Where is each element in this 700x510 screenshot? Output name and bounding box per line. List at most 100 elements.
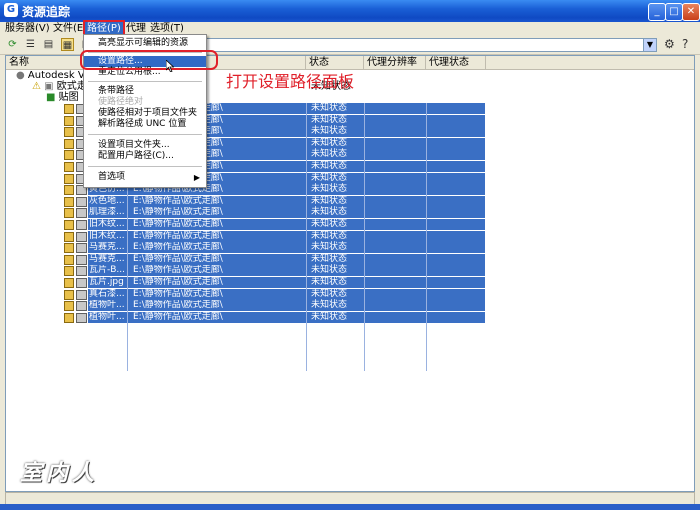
- menu-make-path-absolute: 使路径绝对: [98, 97, 144, 107]
- window-title: 资源追踪: [22, 5, 71, 19]
- menu-make-path-relative[interactable]: 使路径相对于项目文件夹: [84, 108, 206, 119]
- thumbnails-icon[interactable]: ▦: [61, 38, 74, 51]
- bitmap-icon: [76, 220, 87, 230]
- menu-server[interactable]: 服务器(V): [3, 22, 52, 36]
- row-status: 未知状态: [311, 195, 348, 206]
- set-path-highlight-box: [80, 50, 218, 70]
- menu-highlight-editable[interactable]: 高亮显示可编辑的资源: [84, 38, 206, 49]
- menu-preferences[interactable]: 首选项 ▶: [84, 172, 206, 183]
- row-path: E:\静物作品\欧式走廊\: [133, 230, 223, 241]
- row-status: 未知状态: [311, 253, 348, 264]
- row-status: 未知状态: [311, 114, 348, 125]
- vault-icon: ●: [16, 70, 25, 81]
- row-status: 未知状态: [311, 230, 348, 241]
- row-name: 旧木纹...: [89, 230, 125, 241]
- warning-icon: [64, 162, 74, 172]
- warning-icon: [64, 127, 74, 138]
- warning-icon: [64, 231, 74, 242]
- menu-preferences-label: 首选项: [98, 172, 126, 182]
- warning-icon: [64, 289, 74, 300]
- column-divider: [364, 103, 365, 371]
- table-row[interactable]: 植物叶... E:\静物作品\欧式走廊\ 未知状态: [6, 311, 694, 323]
- annotation-text: 打开设置路径面板: [226, 72, 355, 91]
- watermark: 室内人: [20, 460, 99, 486]
- row-status: 未知状态: [311, 172, 348, 183]
- menu-separator: [88, 166, 202, 167]
- bitmap-icon: [76, 231, 87, 242]
- warning-icon: [64, 173, 74, 184]
- row-path: E:\静物作品\欧式走廊\: [133, 195, 223, 206]
- warning-icon: [64, 196, 74, 207]
- row-name: 肌理漆...: [89, 207, 125, 218]
- row-path: E:\静物作品\欧式走廊\: [133, 265, 223, 276]
- row-name: 马赛克...: [89, 242, 125, 253]
- menu-configure-user-paths[interactable]: 配置用户路径(C)...: [84, 151, 206, 162]
- row-path: E:\静物作品\欧式走廊\: [133, 242, 223, 253]
- column-divider: [426, 103, 427, 371]
- path-combo[interactable]: [205, 38, 655, 52]
- warning-icon: [64, 266, 74, 277]
- menu-resolve-unc[interactable]: 解析路径成 UNC 位置: [84, 119, 206, 130]
- row-path: E:\静物作品\欧式走廊\: [133, 277, 223, 287]
- table-row[interactable]: 灰色地... E:\静物作品\欧式走廊\ 未知状态: [6, 195, 694, 207]
- row-status: 未知状态: [311, 126, 348, 137]
- row-status: 未知状态: [311, 103, 348, 113]
- row-status: 未知状态: [311, 149, 348, 160]
- warning-icon: [64, 138, 74, 149]
- table-row[interactable]: 真石漆... E:\静物作品\欧式走廊\ 未知状态: [6, 288, 694, 300]
- warning-icon: [64, 150, 74, 161]
- details-icon[interactable]: ▤: [42, 38, 55, 51]
- app-window: G 资源追踪 _ □ ✕ 服务器(V) 文件(E) 路径(P) 代理 选项(T)…: [0, 0, 700, 510]
- row-name: 植物叶...: [89, 311, 125, 322]
- table-row[interactable]: 马赛克... E:\静物作品\欧式走廊\ 未知状态: [6, 242, 694, 254]
- row-path: E:\静物作品\欧式走廊\: [133, 300, 223, 311]
- refresh-icon[interactable]: ⟳: [6, 38, 19, 51]
- app-icon: G: [4, 3, 18, 17]
- warning-icon: [64, 220, 74, 230]
- column-proxy-status[interactable]: 代理状态: [426, 56, 486, 69]
- taskbar: [0, 504, 700, 510]
- table-row[interactable]: 瓦片.jpg E:\静物作品\欧式走廊\ 未知状态: [6, 277, 694, 288]
- row-status: 未知状态: [311, 207, 348, 218]
- dropdown-icon[interactable]: ▼: [643, 38, 657, 52]
- max-file-icon: ▣: [44, 81, 54, 92]
- table-row[interactable]: 马赛克... E:\静物作品\欧式走廊\ 未知状态: [6, 253, 694, 265]
- row-status: 未知状态: [311, 277, 348, 287]
- row-status: 未知状态: [311, 242, 348, 253]
- bitmap-icon: [76, 289, 87, 300]
- close-button[interactable]: ✕: [682, 3, 700, 21]
- column-proxy-resolution[interactable]: 代理分辨率: [364, 56, 426, 69]
- menu-set-project-folder[interactable]: 设置项目文件夹...: [84, 140, 206, 151]
- list-icon[interactable]: ☰: [24, 38, 37, 51]
- row-path: E:\静物作品\欧式走廊\: [133, 253, 223, 264]
- warning-icon: [64, 301, 74, 312]
- row-status: 未知状态: [311, 311, 348, 322]
- warning-icon: [64, 278, 74, 288]
- table-row[interactable]: 旧木纹... E:\静物作品\欧式走廊\ 未知状态: [6, 230, 694, 242]
- title-bar[interactable]: G 资源追踪 _ □ ✕: [0, 0, 700, 22]
- warning-icon: [64, 115, 74, 126]
- bitmap-icon: [76, 312, 87, 323]
- help-icon[interactable]: ?: [682, 38, 688, 50]
- warning-icon: [64, 104, 74, 114]
- row-status: 未知状态: [311, 184, 348, 195]
- row-status: 未知状态: [311, 161, 348, 171]
- column-divider: [306, 103, 307, 371]
- warning-icon: [64, 312, 74, 323]
- table-row[interactable]: 旧木纹... E:\静物作品\欧式走廊\ 未知状态: [6, 219, 694, 230]
- bitmap-icon: [76, 196, 87, 207]
- minimize-button[interactable]: _: [648, 3, 666, 21]
- row-name: 旧木纹...: [89, 219, 125, 229]
- bitmap-icon: [76, 208, 87, 219]
- table-row[interactable]: 植物叶... E:\静物作品\欧式走廊\ 未知状态: [6, 300, 694, 312]
- table-row[interactable]: 瓦片-B... E:\静物作品\欧式走廊\ 未知状态: [6, 265, 694, 277]
- row-path: E:\静物作品\欧式走廊\: [133, 207, 223, 218]
- warning-icon: [64, 243, 74, 254]
- row-name: 真石漆...: [89, 288, 125, 299]
- bitmap-icon: [76, 243, 87, 254]
- row-status: 未知状态: [311, 219, 348, 229]
- maximize-button[interactable]: □: [665, 3, 683, 21]
- table-row[interactable]: 肌理漆... E:\静物作品\欧式走廊\ 未知状态: [6, 207, 694, 219]
- settings-icon[interactable]: ⚙: [664, 38, 675, 50]
- menu-strip-path[interactable]: 条带路径: [84, 86, 206, 97]
